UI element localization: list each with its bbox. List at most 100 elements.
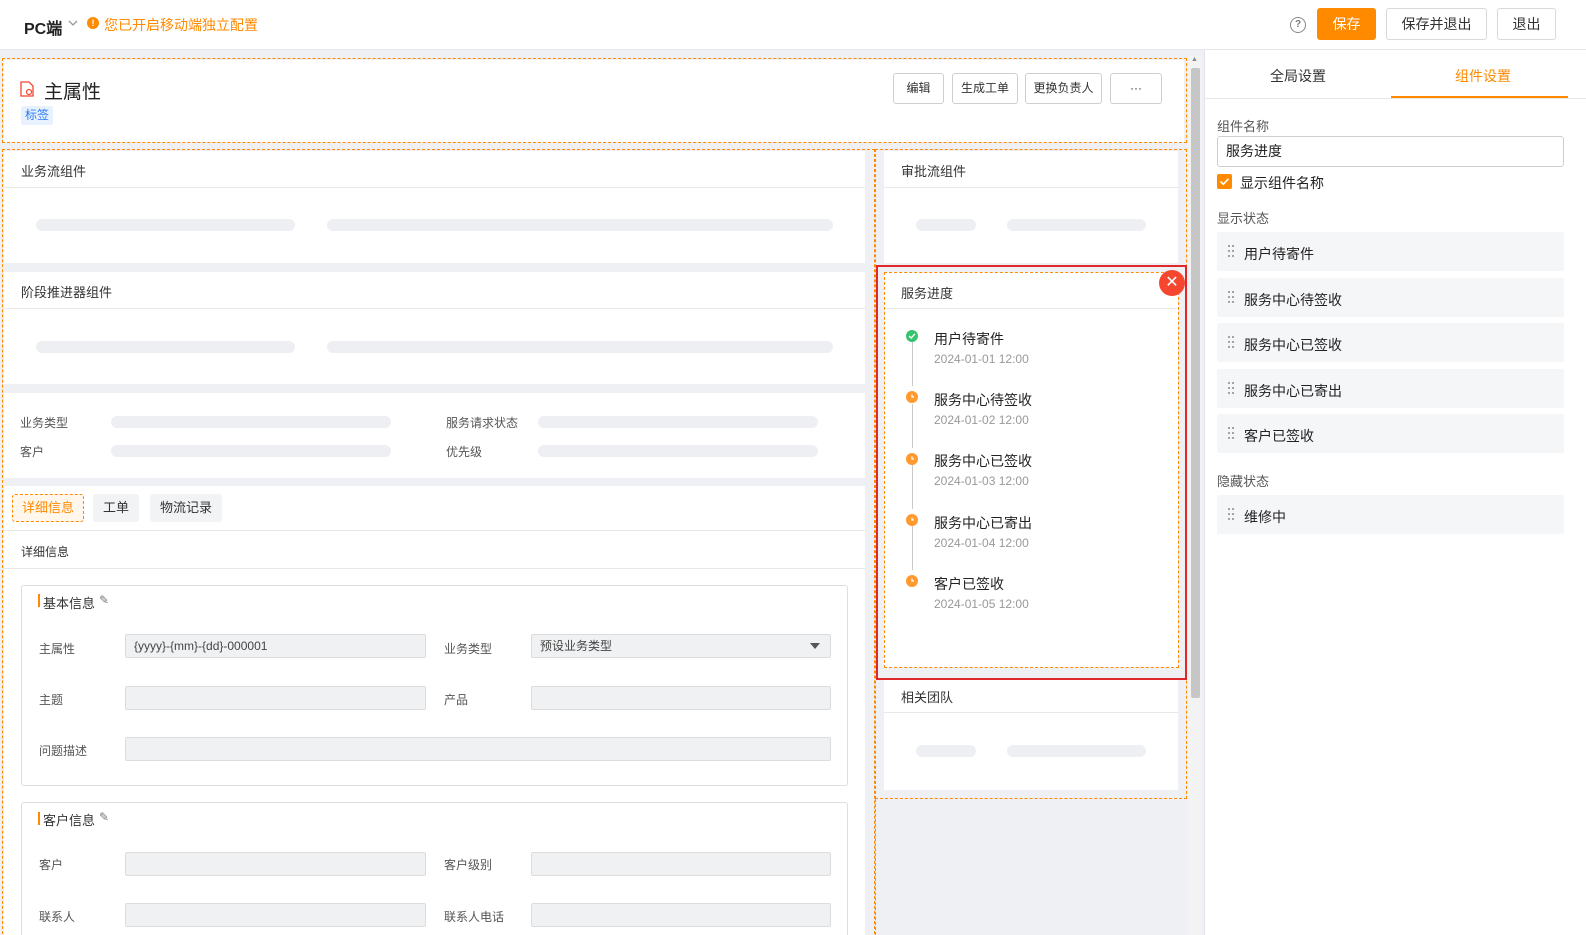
bizflow-title: 业务流组件 xyxy=(21,164,87,179)
component-name-label: 组件名称 xyxy=(1217,119,1270,134)
customer-level-label: 客户级别 xyxy=(444,858,493,872)
biz-type-select[interactable]: 预设业务类型 xyxy=(531,634,831,658)
show-name-checkbox[interactable] xyxy=(1217,174,1232,189)
customer-label: 客户 xyxy=(39,858,64,872)
drag-handle-icon[interactable] xyxy=(1228,508,1234,520)
bizflow-card[interactable]: 业务流组件 xyxy=(4,151,865,263)
scroll-up-icon[interactable]: ▲ xyxy=(1191,56,1198,63)
state-item-shown[interactable]: 客户已签收 xyxy=(1217,414,1564,453)
more-button[interactable]: ··· xyxy=(1110,73,1162,104)
stage-title: 阶段推进器组件 xyxy=(21,285,113,300)
state-item-label: 服务中心已签收 xyxy=(1244,337,1342,353)
skeleton-line xyxy=(36,341,295,353)
main-attr-field[interactable]: {yyyy}-{mm}-{dd}-000001 xyxy=(125,634,426,658)
biz-type-label: 业务类型 xyxy=(444,642,493,656)
biz-type-value: 预设业务类型 xyxy=(540,639,613,653)
chevron-down-icon[interactable] xyxy=(68,18,78,28)
canvas-scroll-thumb[interactable] xyxy=(1191,68,1200,698)
contact-phone-field[interactable] xyxy=(531,903,831,927)
main-attr-label: 主属性 xyxy=(39,642,76,656)
warning-circle-icon: ! xyxy=(87,17,99,29)
generate-order-button[interactable]: 生成工单 xyxy=(952,73,1018,104)
edit-button[interactable]: 编辑 xyxy=(893,73,944,104)
divider xyxy=(4,308,865,309)
mobile-config-warning: 您已开启移动端独立配置 xyxy=(104,17,258,33)
subject-field[interactable] xyxy=(125,686,426,710)
summary-card[interactable] xyxy=(4,393,865,478)
detail-section-title: 详细信息 xyxy=(21,545,70,559)
pencil-icon[interactable]: ✎ xyxy=(99,593,109,607)
timeline-step-time: 2024-01-03 12:00 xyxy=(934,474,1029,488)
contact-field[interactable] xyxy=(125,903,426,927)
skeleton-line xyxy=(538,416,818,428)
desc-field[interactable] xyxy=(125,737,831,761)
customer-field[interactable] xyxy=(125,852,426,876)
skeleton-line xyxy=(327,341,833,353)
state-item-shown[interactable]: 服务中心待签收 xyxy=(1217,278,1564,317)
remove-component-button[interactable]: ✕ xyxy=(1159,270,1185,296)
tab-work-order[interactable]: 工单 xyxy=(93,494,140,522)
product-label: 产品 xyxy=(444,693,469,707)
state-item-shown[interactable]: 服务中心已签收 xyxy=(1217,323,1564,362)
divider xyxy=(884,712,1178,713)
drag-handle-icon[interactable] xyxy=(1228,382,1234,394)
selected-component-outline xyxy=(876,265,1187,680)
pencil-icon[interactable]: ✎ xyxy=(99,810,109,824)
summary-priority-label: 优先级 xyxy=(446,445,483,459)
exit-button[interactable]: 退出 xyxy=(1497,8,1556,40)
skeleton-line xyxy=(1007,745,1146,757)
tag-badge[interactable]: 标签 xyxy=(21,106,54,125)
timeline-step-title: 客户已签收 xyxy=(934,576,1004,592)
state-item-label: 服务中心已寄出 xyxy=(1244,383,1342,399)
clock-icon xyxy=(906,453,918,465)
component-name-input[interactable]: 服务进度 xyxy=(1217,136,1564,167)
state-item-shown[interactable]: 用户待寄件 xyxy=(1217,232,1564,271)
drag-handle-icon[interactable] xyxy=(1228,291,1234,303)
caret-down-icon[interactable] xyxy=(810,643,820,649)
skeleton-line xyxy=(327,219,833,231)
help-circle-icon[interactable]: ? xyxy=(1290,17,1306,33)
show-name-label[interactable]: 显示组件名称 xyxy=(1240,173,1324,193)
timeline-connector xyxy=(912,342,913,386)
product-field[interactable] xyxy=(531,686,831,710)
canvas-scrollbar[interactable]: ▲ xyxy=(1188,56,1202,935)
skeleton-line xyxy=(916,219,976,231)
tab-component-settings[interactable]: 组件设置 xyxy=(1455,66,1511,86)
platform-title[interactable]: PC端 xyxy=(24,15,62,39)
approval-card[interactable]: 审批流组件 xyxy=(884,151,1178,263)
hidden-states-label: 隐藏状态 xyxy=(1217,474,1270,489)
state-item-label: 维修中 xyxy=(1244,509,1286,525)
change-owner-button[interactable]: 更换负责人 xyxy=(1025,73,1102,104)
divider xyxy=(4,530,865,531)
tab-logistics[interactable]: 物流记录 xyxy=(150,494,223,522)
state-item-label: 客户已签收 xyxy=(1244,428,1314,444)
drag-handle-icon[interactable] xyxy=(1228,336,1234,348)
save-button[interactable]: 保存 xyxy=(1317,8,1376,40)
customer-info-title: 客户信息 xyxy=(43,813,96,828)
check-circle-icon xyxy=(906,330,918,342)
timeline-step-time: 2024-01-05 12:00 xyxy=(934,597,1029,611)
stage-card[interactable]: 阶段推进器组件 xyxy=(4,272,865,384)
desc-label: 问题描述 xyxy=(39,744,88,758)
save-exit-button[interactable]: 保存并退出 xyxy=(1386,8,1487,40)
timeline-step-title: 用户待寄件 xyxy=(934,331,1004,347)
skeleton-line xyxy=(538,445,818,457)
team-card[interactable]: 相关团队 xyxy=(884,680,1178,790)
timeline-step-time: 2024-01-04 12:00 xyxy=(934,536,1029,550)
state-item-hidden[interactable]: 维修中 xyxy=(1217,495,1564,534)
tab-detail[interactable]: 详细信息 xyxy=(12,494,85,522)
timeline-step-title: 服务中心待签收 xyxy=(934,392,1032,408)
skeleton-line xyxy=(111,445,391,457)
state-item-shown[interactable]: 服务中心已寄出 xyxy=(1217,369,1564,408)
tab-global-settings[interactable]: 全局设置 xyxy=(1270,66,1326,86)
timeline-step-title: 服务中心已寄出 xyxy=(934,515,1032,531)
shown-states-label: 显示状态 xyxy=(1217,211,1270,226)
customer-level-field[interactable] xyxy=(531,852,831,876)
divider xyxy=(4,187,865,188)
close-icon: ✕ xyxy=(1165,274,1179,291)
drag-handle-icon[interactable] xyxy=(1228,427,1234,439)
subject-label: 主题 xyxy=(39,693,64,707)
drag-handle-icon[interactable] xyxy=(1228,245,1234,257)
divider xyxy=(884,187,1178,188)
team-title: 相关团队 xyxy=(901,690,954,705)
